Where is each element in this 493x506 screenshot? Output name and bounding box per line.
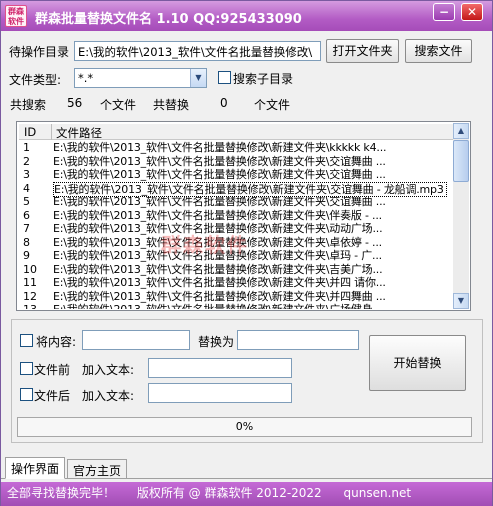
table-row[interactable]: 2 E:\我的软件\2013_软件\文件名批量替换修改\新建文件夹\交谊舞曲 ..… [19, 155, 455, 169]
table-row[interactable]: 6 E:\我的软件\2013_软件\文件名批量替换修改\新建文件夹\伴奏版 - .… [19, 209, 455, 223]
table-row[interactable]: 10 E:\我的软件\2013_软件\文件名批量替换修改\新建文件夹\吉美广场..… [19, 263, 455, 277]
app-logo: 群森软件 [5, 5, 27, 27]
row-id: 3 [23, 168, 30, 181]
replace-with-label: 替换为 [198, 335, 235, 349]
status-bar: 全部寻找替换完毕！ 版权所有 @ 群森软件 2012-2022 qunsen.n… [1, 482, 492, 506]
tab-homepage[interactable]: 官方主页 [67, 459, 128, 479]
row-path: E:\我的软件\2013_软件\文件名批量替换修改\新建文件夹\卓玛 - 广..… [53, 249, 382, 262]
minimize-button[interactable]: − [433, 3, 455, 21]
row-path: E:\我的软件\2013_软件\文件名批量替换修改\新建文件夹\伴奏版 - ..… [53, 208, 382, 222]
replaced-count: 0 [220, 96, 228, 110]
target-dir-field[interactable]: E:\我的软件\2013_软件\文件名批量替换修改\ [74, 41, 321, 61]
row-id: 10 [23, 262, 37, 276]
row-id: 11 [23, 276, 37, 289]
progress-bar: 0% [17, 417, 472, 437]
close-button[interactable]: ✕ [461, 3, 483, 21]
table-row[interactable]: 4 E:\我的软件\2013_软件\文件名批量替换修改\新建文件夹\交谊舞曲 - … [19, 181, 455, 197]
row-path: E:\我的软件\2013_软件\文件名批量替换修改\新建文件夹\kkkkk k4… [53, 141, 387, 154]
search-files-button[interactable]: 搜索文件 [405, 39, 472, 63]
table-row[interactable]: 13 E:\我的软件\2013_软件\文件名批量替换修改\新建文件夹\广场健身..… [19, 303, 455, 309]
row-id: 12 [23, 289, 37, 303]
subdir-label: 搜索子目录 [233, 72, 294, 86]
row-id: 9 [23, 249, 30, 262]
found-label: 共搜索 [10, 98, 47, 112]
column-header-path[interactable]: 文件路径 [56, 125, 102, 141]
title-bar[interactable]: 群森软件 群森批量替换文件名 1.10 QQ:925433090 − ✕ [1, 1, 492, 31]
suffix-input[interactable] [148, 383, 292, 403]
target-dir-label: 待操作目录 [9, 45, 70, 59]
row-id: 7 [23, 222, 30, 235]
list-header: ID 文件路径 [19, 124, 455, 140]
suffix-checkbox[interactable] [20, 388, 33, 401]
row-path: E:\我的软件\2013_软件\文件名批量替换修改\新建文件夹\交谊舞曲 ... [53, 195, 386, 208]
row-path: E:\我的软件\2013_软件\文件名批量替换修改\新建文件夹\交谊舞曲 ... [53, 168, 386, 181]
suffix-label: 文件后 [34, 389, 71, 403]
replace-content-input[interactable] [82, 330, 190, 350]
table-row[interactable]: 9 E:\我的软件\2013_软件\文件名批量替换修改\新建文件夹\卓玛 - 广.… [19, 249, 455, 263]
prefix-checkbox[interactable] [20, 362, 33, 375]
row-path: E:\我的软件\2013_软件\文件名批量替换修改\新建文件夹\广场健身... [53, 303, 383, 309]
row-path: E:\我的软件\2013_软件\文件名批量替换修改\新建文件夹\动动广场... [53, 222, 383, 235]
open-folder-button[interactable]: 打开文件夹 [326, 39, 399, 63]
copyright-text: 版权所有 @ 群森软件 2012-2022 [136, 486, 322, 500]
found-unit: 个文件 [100, 98, 137, 112]
file-rows: 1 E:\我的软件\2013_软件\文件名批量替换修改\新建文件夹\kkkkk k… [19, 141, 455, 309]
file-type-value: *.* [78, 71, 94, 85]
chevron-down-icon[interactable]: ▼ [190, 69, 206, 87]
file-list[interactable]: ID 文件路径 1 E:\我的软件\2013_软件\文件名批量替换修改\新建文件夹… [16, 121, 471, 311]
found-count: 56 [67, 96, 83, 110]
replaced-label: 共替换 [153, 98, 190, 112]
row-path: E:\我的软件\2013_软件\文件名批量替换修改\新建文件夹\交谊舞曲 ... [53, 154, 386, 168]
tab-operation[interactable]: 操作界面 [5, 457, 66, 479]
prefix-label: 文件前 [34, 363, 71, 377]
table-row[interactable]: 12 E:\我的软件\2013_软件\文件名批量替换修改\新建文件夹\并四舞曲 .… [19, 290, 455, 304]
vertical-scrollbar[interactable]: ▲ ▼ [453, 123, 469, 309]
file-type-label: 文件类型: [9, 73, 62, 87]
column-header-id[interactable]: ID [24, 125, 36, 139]
row-id: 13 [23, 303, 37, 309]
replace-with-input[interactable] [237, 330, 359, 350]
table-row[interactable]: 7 E:\我的软件\2013_软件\文件名批量替换修改\新建文件夹\动动广场... [19, 222, 455, 236]
suffix-add-label: 加入文本: [82, 389, 135, 403]
row-id: 5 [23, 195, 30, 208]
row-path: E:\我的软件\2013_软件\文件名批量替换修改\新建文件夹\并四 请你... [53, 276, 386, 289]
file-type-combo[interactable]: *.* ▼ [74, 68, 207, 88]
row-id: 1 [23, 141, 30, 154]
column-divider[interactable] [51, 124, 52, 140]
row-path: E:\我的软件\2013_软件\文件名批量替换修改\新建文件夹\卓依婷 - ..… [53, 235, 382, 249]
row-path: E:\我的软件\2013_软件\文件名批量替换修改\新建文件夹\吉美广场... [53, 262, 383, 276]
website-link[interactable]: qunsen.net [344, 486, 412, 500]
row-id: 2 [23, 154, 30, 168]
scroll-down-icon[interactable]: ▼ [453, 293, 469, 309]
replaced-unit: 个文件 [254, 98, 291, 112]
app-window: 群森软件 群森批量替换文件名 1.10 QQ:925433090 − ✕ 待操作… [0, 0, 493, 506]
status-message: 全部寻找替换完毕！ [7, 486, 116, 500]
prefix-add-label: 加入文本: [82, 363, 135, 377]
row-id: 4 [23, 181, 30, 195]
table-row[interactable]: 8 E:\我的软件\2013_软件\文件名批量替换修改\新建文件夹\卓依婷 - .… [19, 236, 455, 250]
replace-content-checkbox[interactable] [20, 334, 33, 347]
table-row[interactable]: 5 E:\我的软件\2013_软件\文件名批量替换修改\新建文件夹\交谊舞曲 ..… [19, 195, 455, 209]
subdir-checkbox[interactable] [218, 71, 231, 84]
table-row[interactable]: 3 E:\我的软件\2013_软件\文件名批量替换修改\新建文件夹\交谊舞曲 ..… [19, 168, 455, 182]
prefix-input[interactable] [148, 358, 292, 378]
table-row[interactable]: 11 E:\我的软件\2013_软件\文件名批量替换修改\新建文件夹\并四 请你.… [19, 276, 455, 290]
start-replace-button[interactable]: 开始替换 [369, 335, 466, 391]
row-path: E:\我的软件\2013_软件\文件名批量替换修改\新建文件夹\交谊舞曲 - 龙… [53, 181, 447, 197]
window-title: 群森批量替换文件名 1.10 QQ:925433090 [35, 12, 302, 27]
row-id: 6 [23, 208, 30, 222]
replace-content-label: 将内容: [36, 335, 77, 349]
row-path: E:\我的软件\2013_软件\文件名批量替换修改\新建文件夹\并四舞曲 ... [53, 289, 386, 303]
row-id: 8 [23, 235, 30, 249]
table-row[interactable]: 1 E:\我的软件\2013_软件\文件名批量替换修改\新建文件夹\kkkkk k… [19, 141, 455, 155]
scroll-thumb[interactable] [453, 140, 469, 182]
scroll-up-icon[interactable]: ▲ [453, 123, 469, 139]
